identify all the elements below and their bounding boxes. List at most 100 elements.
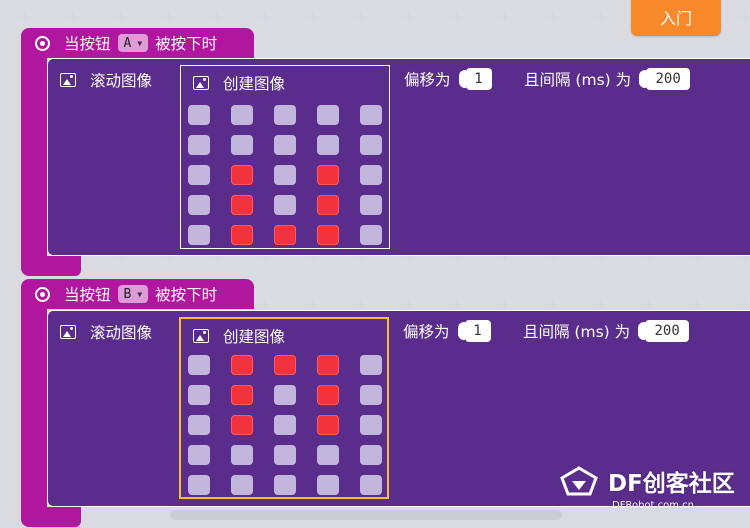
grid-marker [116,12,125,21]
event-prefix: 当按钮 [64,286,111,304]
grid-marker [308,300,317,309]
create-image-block[interactable]: 创建图像 [180,65,390,249]
led-r0-c2-on[interactable] [274,355,296,375]
led-r1-c0-off[interactable] [188,135,210,155]
led-r3-c0-off[interactable] [188,195,210,215]
create-image-block-selected[interactable]: 创建图像 [179,317,389,499]
grid-marker [212,12,221,21]
led-r4-c1-off[interactable] [231,475,253,495]
grid-marker [644,300,653,309]
event-bottom-bar [21,256,81,276]
interval-row: 且间隔 (ms) 为 200 [523,320,690,342]
led-r1-c3-off[interactable] [317,135,339,155]
offset-row: 偏移为 1 [404,68,492,90]
led-r4-c2-off[interactable] [274,475,296,495]
led-r2-c0-off[interactable] [188,415,210,435]
button-select-value: A [123,35,132,51]
led-r0-c0-off[interactable] [188,105,210,125]
led-r0-c4-off[interactable] [360,355,382,375]
grid-marker [404,12,413,21]
led-r1-c4-off[interactable] [360,135,382,155]
led-r4-c4-off[interactable] [360,225,382,245]
slot-connector [639,70,647,88]
led-r4-c4-off[interactable] [360,475,382,495]
led-r3-c1-off[interactable] [231,445,253,465]
create-image-header: 创建图像 [193,72,285,94]
watermark-brand: DF创客社区 [608,471,735,497]
led-r4-c0-off[interactable] [188,475,210,495]
led-r3-c2-off[interactable] [274,445,296,465]
led-r2-c4-off[interactable] [360,415,382,435]
led-r2-c1-on[interactable] [231,165,253,185]
led-r1-c3-on[interactable] [317,385,339,405]
grid-marker [260,12,269,21]
interval-input[interactable]: 200 [646,68,691,90]
grid-marker [308,12,317,21]
offset-input[interactable]: 1 [465,68,492,90]
image-icon [193,76,209,90]
grid-marker [596,300,605,309]
led-r1-c1-off[interactable] [231,135,253,155]
led-r0-c3-off[interactable] [317,105,339,125]
slot-connector [638,322,646,340]
scroll-image-block[interactable]: 滚动图像 偏移为 1 且间隔 (ms) 为 200 [47,58,750,256]
led-r0-c2-off[interactable] [274,105,296,125]
led-r0-c3-on[interactable] [317,355,339,375]
led-r3-c3-on[interactable] [317,195,339,215]
led-r0-c0-off[interactable] [188,355,210,375]
led-r2-c2-off[interactable] [274,165,296,185]
led-r1-c0-off[interactable] [188,385,210,405]
radio-target-icon [35,35,50,51]
interval-label: 且间隔 (ms) 为 [523,323,631,341]
offset-label: 偏移为 [404,71,451,89]
led-r3-c1-on[interactable] [231,195,253,215]
led-r4-c0-off[interactable] [188,225,210,245]
led-r1-c1-on[interactable] [231,385,253,405]
led-r2-c3-on[interactable] [317,415,339,435]
led-r2-c4-off[interactable] [360,165,382,185]
grid-marker [500,12,509,21]
led-r1-c2-off[interactable] [274,385,296,405]
watermark: DF创客社区 [560,464,735,498]
event-header: 当按钮 A ▼ 被按下时 [21,28,254,58]
button-select-dropdown[interactable]: A ▼ [117,34,149,52]
category-entry-button[interactable]: 入门 [631,0,721,36]
led-r3-c0-off[interactable] [188,445,210,465]
event-left-bar [21,57,47,269]
led-r2-c2-off[interactable] [274,415,296,435]
led-r3-c4-off[interactable] [360,195,382,215]
led-r4-c1-on[interactable] [231,225,253,245]
scroll-image-label: 滚动图像 [90,72,153,90]
led-r4-c3-off[interactable] [317,475,339,495]
led-r4-c3-on[interactable] [317,225,339,245]
interval-input[interactable]: 200 [645,320,690,342]
led-r1-c2-off[interactable] [274,135,296,155]
led-r3-c4-off[interactable] [360,445,382,465]
image-icon [60,325,76,339]
event-bottom-bar [21,507,81,527]
led-r3-c2-off[interactable] [274,195,296,215]
led-r2-c1-on[interactable] [231,415,253,435]
led-r2-c3-on[interactable] [317,165,339,185]
led-r1-c4-off[interactable] [360,385,382,405]
image-icon [60,73,76,87]
grid-marker [356,12,365,21]
create-image-label: 创建图像 [223,328,286,346]
led-r0-c4-off[interactable] [360,105,382,125]
grid-marker [692,300,701,309]
button-select-dropdown[interactable]: B ▼ [117,285,149,303]
led-r0-c1-on[interactable] [231,355,253,375]
offset-input[interactable]: 1 [464,320,491,342]
grid-marker [68,12,77,21]
led-r2-c0-off[interactable] [188,165,210,185]
led-r3-c3-off[interactable] [317,445,339,465]
grid-marker [20,12,29,21]
led-r4-c2-on[interactable] [274,225,296,245]
led-r0-c1-off[interactable] [231,105,253,125]
image-icon [193,329,209,343]
slot-connector [458,70,466,88]
chevron-down-icon: ▼ [137,38,143,48]
event-prefix: 当按钮 [64,35,111,53]
event-left-bar [21,308,47,520]
horizontal-scrollbar[interactable] [170,510,562,520]
